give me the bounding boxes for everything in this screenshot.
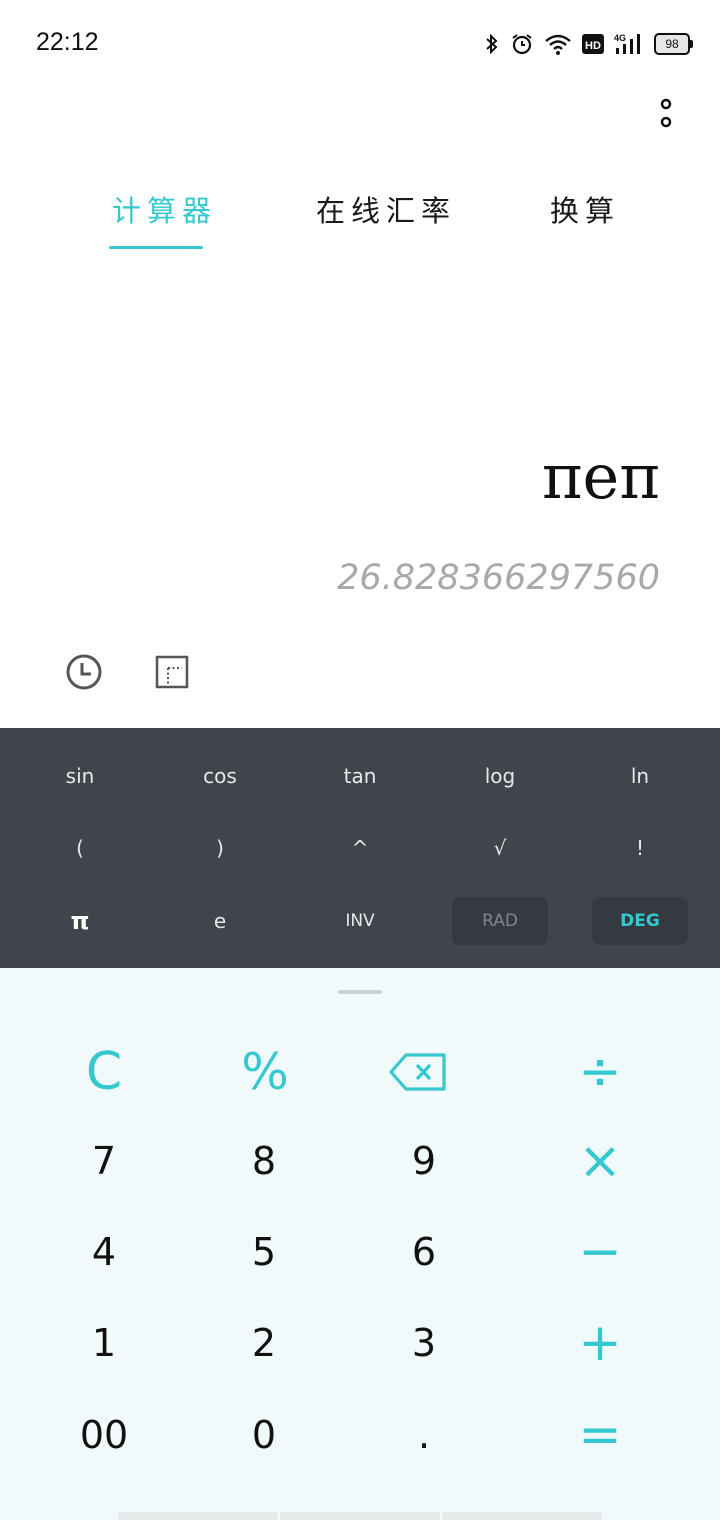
deg-mode-button[interactable]: DEG	[592, 897, 688, 945]
wifi-icon	[545, 34, 571, 55]
cos-key[interactable]: cos	[172, 752, 268, 800]
multiply-key[interactable]: ×	[540, 1121, 660, 1201]
digit-5-key[interactable]: 5	[204, 1212, 324, 1292]
dotted-square-icon	[155, 655, 189, 689]
drag-handle[interactable]	[338, 990, 382, 994]
tab-conversion[interactable]: 换算	[550, 188, 620, 230]
sin-key[interactable]: sin	[32, 752, 128, 800]
digit-0-key[interactable]: 0	[204, 1395, 324, 1475]
bottom-nav-segment	[442, 1512, 602, 1520]
close-paren-key[interactable]: )	[172, 824, 268, 872]
bottom-nav-segment	[280, 1512, 440, 1520]
percent-key[interactable]: %	[205, 1032, 325, 1112]
tab-exchange-rate[interactable]: 在线汇率	[316, 188, 456, 230]
scientific-panel: sin cos tan log ln ( ) ^ √ ! π e INV RAD…	[0, 728, 720, 968]
tan-key[interactable]: tan	[312, 752, 408, 800]
scientific-toggle-button[interactable]	[154, 654, 190, 694]
bottom-nav-strip	[118, 1512, 602, 1520]
history-button[interactable]	[64, 652, 104, 696]
expression-display: πeπ	[541, 440, 660, 513]
status-bar: 22:12 HD 4G 98	[0, 0, 720, 88]
svg-text:HD: HD	[585, 40, 601, 52]
bluetooth-icon	[486, 33, 498, 55]
digit-1-key[interactable]: 1	[44, 1303, 164, 1383]
digit-6-key[interactable]: 6	[364, 1212, 484, 1292]
hd-icon: HD	[582, 34, 604, 54]
backspace-key[interactable]	[358, 1032, 478, 1112]
tab-bar: 计算器 在线汇率 换算	[0, 180, 720, 260]
tab-calculator[interactable]: 计算器	[112, 188, 217, 230]
result-display: 26.828366297560	[337, 558, 660, 598]
digit-2-key[interactable]: 2	[204, 1303, 324, 1383]
bottom-nav-segment	[118, 1512, 278, 1520]
equals-key[interactable]: =	[540, 1395, 660, 1475]
alarm-icon	[512, 34, 532, 55]
decimal-point-key[interactable]: .	[364, 1395, 484, 1475]
ln-key[interactable]: ln	[592, 752, 688, 800]
sqrt-key[interactable]: √	[452, 824, 548, 872]
divide-key[interactable]: ÷	[540, 1032, 660, 1112]
backspace-icon	[389, 1053, 446, 1091]
keypad: C % ÷ 7 8 9 × 4 5 6 − 1 2 3 + 00 0 . =	[0, 968, 720, 1520]
history-clock-icon	[66, 654, 102, 690]
more-options-button[interactable]	[650, 96, 682, 132]
subtract-key[interactable]: −	[540, 1212, 660, 1292]
e-key[interactable]: e	[172, 897, 268, 945]
digit-9-key[interactable]: 9	[364, 1121, 484, 1201]
open-paren-key[interactable]: (	[32, 824, 128, 872]
pi-key[interactable]: π	[32, 897, 128, 945]
rad-mode-button[interactable]: RAD	[452, 897, 548, 945]
svg-text:4G: 4G	[614, 33, 626, 43]
add-key[interactable]: +	[540, 1303, 660, 1383]
digit-4-key[interactable]: 4	[44, 1212, 164, 1292]
battery-icon: 98	[654, 33, 693, 55]
status-icons: HD 4G 98	[484, 28, 693, 60]
digit-7-key[interactable]: 7	[44, 1121, 164, 1201]
log-key[interactable]: log	[452, 752, 548, 800]
inv-key[interactable]: INV	[312, 897, 408, 945]
power-key[interactable]: ^	[312, 824, 408, 872]
status-time: 22:12	[36, 28, 99, 56]
signal-4g-icon: 4G	[614, 33, 640, 54]
more-vertical-icon	[660, 98, 672, 128]
double-zero-key[interactable]: 00	[44, 1395, 164, 1475]
clear-key[interactable]: C	[44, 1032, 164, 1112]
factorial-key[interactable]: !	[592, 824, 688, 872]
digit-8-key[interactable]: 8	[204, 1121, 324, 1201]
active-tab-indicator	[109, 246, 203, 249]
digit-3-key[interactable]: 3	[364, 1303, 484, 1383]
